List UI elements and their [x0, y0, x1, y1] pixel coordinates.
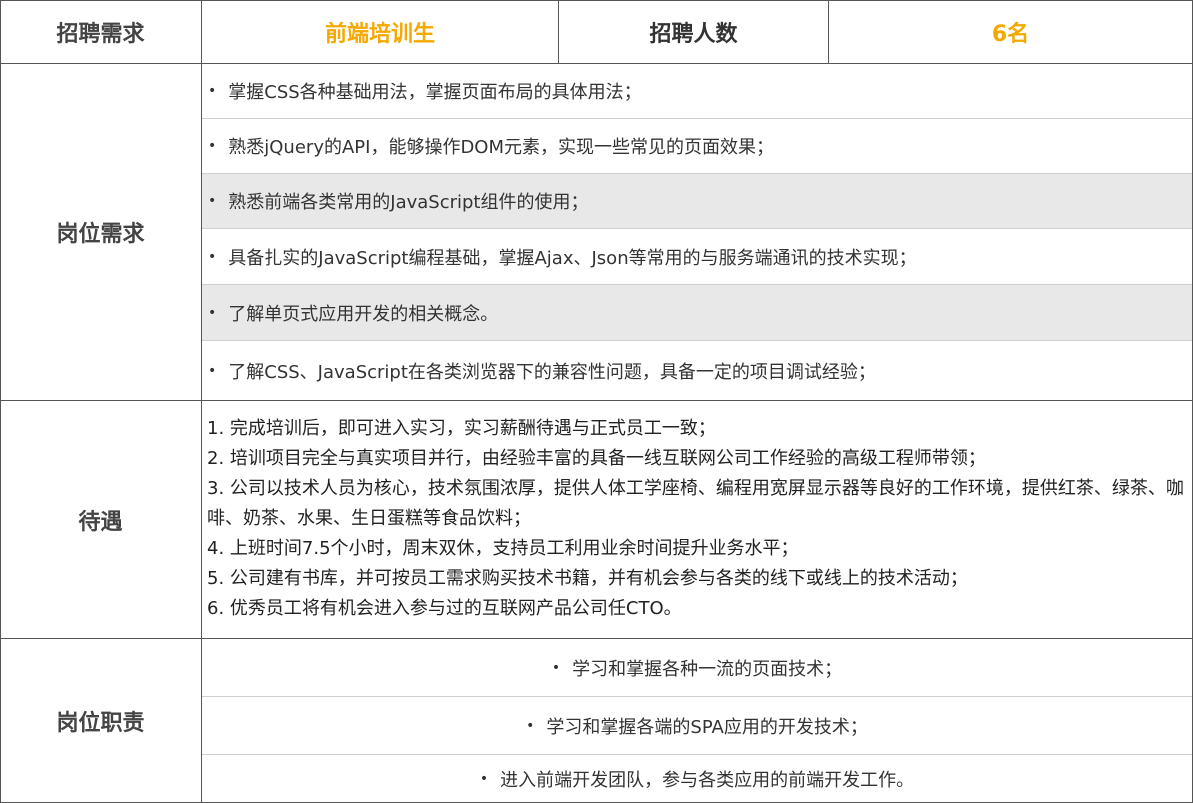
requirement-item: • 掌握CSS各种基础用法，掌握页面布局的具体用法； [202, 64, 1193, 119]
label-demand: 招聘需求 [0, 0, 202, 64]
requirement-text: 熟悉jQuery的API，能够操作DOM元素，实现一些常见的页面效果； [228, 137, 775, 158]
bullet-icon: • [208, 193, 217, 209]
label-requirements: 岗位需求 [0, 64, 202, 401]
bullet-icon: • [208, 304, 217, 321]
requirement-item: • 了解单页式应用开发的相关概念。 [202, 285, 1193, 341]
bullet-icon: • [479, 771, 489, 787]
position-name: 前端培训生 [202, 0, 559, 64]
benefit-item: 2. 培训项目完全与真实项目并行，由经验丰富的具备一线互联网公司工作经验的高级工… [207, 448, 986, 469]
benefit-item: 6. 优秀员工将有机会进入参与过的互联网产品公司任CTO。 [207, 598, 682, 619]
requirement-text: 掌握CSS各种基础用法，掌握页面布局的具体用法； [228, 82, 642, 103]
requirement-text: 了解单页式应用开发的相关概念。 [228, 303, 499, 325]
bullet-icon: • [208, 83, 217, 99]
requirement-item: • 了解CSS、JavaScript在各类浏览器下的兼容性问题，具备一定的项目调… [202, 341, 1193, 401]
requirement-text: 熟悉前端各类常用的JavaScript组件的使用； [228, 192, 589, 213]
requirement-text: 具备扎实的JavaScript编程基础，掌握Ajax、Json等常用的与服务端通… [228, 247, 917, 269]
bullet-icon: • [208, 362, 217, 379]
requirement-item: • 熟悉前端各类常用的JavaScript组件的使用； [202, 174, 1193, 229]
duty-text: 进入前端开发团队，参与各类应用的前端开发工作。 [500, 770, 915, 791]
duty-item: • 学习和掌握各种一流的页面技术； [202, 639, 1193, 697]
benefit-item: 4. 上班时间7.5个小时，周末双休，支持员工利用业余时间提升业务水平； [207, 538, 799, 559]
requirement-item: • 熟悉jQuery的API，能够操作DOM元素，实现一些常见的页面效果； [202, 119, 1193, 174]
bullet-icon: • [526, 717, 535, 734]
benefit-item: 3. 公司以技术人员为核心，技术氛围浓厚，提供人体工学座椅、编程用宽屏显示器等良… [207, 478, 1184, 529]
recruitment-table: 招聘需求 前端培训生 招聘人数 6名 岗位需求 • 掌握CSS各种基础用法，掌握… [0, 0, 1193, 803]
requirement-text: 了解CSS、JavaScript在各类浏览器下的兼容性问题，具备一定的项目调试经… [228, 361, 876, 383]
requirement-item: • 具备扎实的JavaScript编程基础，掌握Ajax、Json等常用的与服务… [202, 229, 1193, 285]
count-value: 6名 [829, 0, 1193, 64]
benefit-item: 1. 完成培训后，即可进入实习，实习薪酬待遇与正式员工一致； [207, 418, 716, 439]
benefits-list: 1. 完成培训后，即可进入实习，实习薪酬待遇与正式员工一致； 2. 培训项目完全… [202, 401, 1193, 639]
bullet-icon: • [208, 248, 217, 265]
label-count: 招聘人数 [559, 0, 829, 64]
label-benefits: 待遇 [0, 401, 202, 639]
bullet-icon: • [208, 138, 217, 154]
duty-text: 学习和掌握各端的SPA应用的开发技术； [546, 716, 868, 738]
benefit-item: 5. 公司建有书库，并可按员工需求购买技术书籍，并有机会参与各类的线下或线上的技… [207, 568, 968, 589]
label-duties: 岗位职责 [0, 639, 202, 803]
duty-item: • 进入前端开发团队，参与各类应用的前端开发工作。 [202, 755, 1193, 803]
duty-item: • 学习和掌握各端的SPA应用的开发技术； [202, 697, 1193, 755]
duty-text: 学习和掌握各种一流的页面技术； [572, 658, 843, 680]
bullet-icon: • [551, 659, 561, 676]
